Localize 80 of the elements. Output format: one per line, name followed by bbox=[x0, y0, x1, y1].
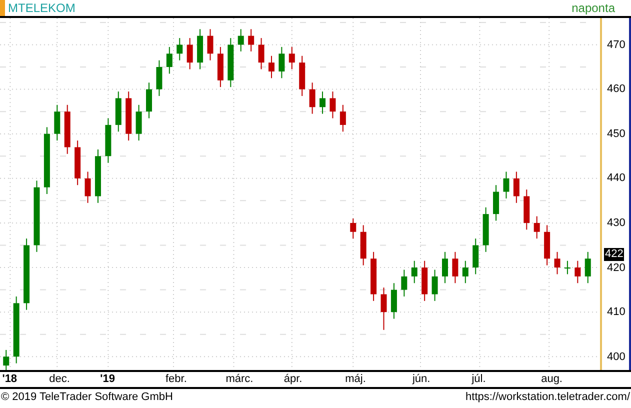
price-label: 420 bbox=[607, 262, 626, 274]
candlestick bbox=[380, 287, 387, 330]
candlestick bbox=[207, 28, 214, 61]
candlestick bbox=[482, 206, 489, 252]
candlestick bbox=[493, 184, 500, 222]
candlestick bbox=[524, 189, 530, 230]
candlestick bbox=[278, 46, 285, 79]
candlestick bbox=[422, 260, 428, 302]
candlestick bbox=[126, 91, 132, 142]
candlestick bbox=[309, 82, 316, 114]
month-label: aug. bbox=[541, 374, 562, 385]
month-label: jún. bbox=[412, 374, 430, 385]
month-label: márc. bbox=[226, 374, 254, 385]
candlestick bbox=[320, 91, 326, 114]
last-price-tag: 422 bbox=[604, 248, 624, 261]
price-label: 450 bbox=[607, 128, 626, 140]
candlestick bbox=[258, 38, 264, 70]
month-label: dec. bbox=[49, 374, 70, 385]
candlestick bbox=[156, 60, 162, 96]
candlestick bbox=[299, 55, 306, 96]
candlestick bbox=[503, 171, 510, 199]
month-label: ápr. bbox=[284, 374, 302, 385]
candlestick bbox=[401, 269, 408, 297]
candlestick bbox=[84, 171, 91, 204]
candlestick bbox=[186, 38, 193, 70]
candlestick bbox=[268, 55, 274, 79]
candlestick bbox=[360, 224, 366, 266]
candlestick bbox=[228, 38, 234, 88]
candlestick bbox=[248, 28, 254, 52]
candlestick bbox=[513, 171, 520, 204]
candlestick bbox=[166, 46, 172, 74]
candlestick bbox=[197, 28, 204, 70]
month-label: febr. bbox=[166, 374, 187, 385]
candlestick bbox=[176, 38, 183, 61]
symbol-marker bbox=[0, 0, 5, 16]
candlestick bbox=[115, 91, 122, 132]
candlestick bbox=[432, 269, 438, 302]
candlestick bbox=[94, 148, 101, 204]
candlestick bbox=[217, 46, 224, 88]
candlestick bbox=[574, 260, 581, 284]
candlestick bbox=[288, 46, 295, 70]
price-label: 470 bbox=[607, 40, 626, 51]
candlestick bbox=[136, 104, 142, 142]
candlestick bbox=[462, 260, 468, 284]
symbol-label: MTELEKOM bbox=[8, 0, 76, 17]
candlestick bbox=[554, 251, 560, 275]
website-link[interactable]: https://workstation.teletrader.com/ bbox=[466, 389, 630, 406]
candlestick bbox=[534, 216, 540, 240]
copyright-text: © 2019 TeleTrader Software GmbH bbox=[1, 390, 173, 406]
candlestick bbox=[544, 224, 550, 266]
candlestick bbox=[584, 251, 591, 284]
candlestick bbox=[54, 104, 60, 142]
price-label: 440 bbox=[607, 173, 626, 184]
candlestick bbox=[238, 28, 244, 52]
candlestick bbox=[564, 260, 570, 275]
candlestick bbox=[370, 251, 377, 302]
candlestick bbox=[340, 104, 346, 132]
price-label: 460 bbox=[607, 84, 626, 96]
candlestick bbox=[146, 82, 152, 119]
month-label: máj. bbox=[345, 374, 366, 385]
candlestick bbox=[44, 126, 50, 194]
candlestick bbox=[350, 218, 356, 240]
candlestick bbox=[472, 238, 479, 275]
candlestick bbox=[105, 118, 112, 164]
month-label: '18 bbox=[2, 374, 18, 385]
month-label: júl. bbox=[472, 374, 486, 385]
candlestick bbox=[64, 104, 70, 154]
price-label: 410 bbox=[607, 307, 626, 318]
month-label: '19 bbox=[100, 374, 116, 385]
candlestick bbox=[442, 251, 448, 284]
candlestick bbox=[390, 282, 397, 320]
interval-label: naponta bbox=[572, 0, 615, 17]
candlestick bbox=[13, 296, 20, 364]
candlestick bbox=[411, 260, 418, 284]
price-label: 430 bbox=[607, 218, 626, 229]
candlestick bbox=[74, 140, 81, 186]
candlestick bbox=[3, 349, 10, 370]
candlestick bbox=[330, 91, 336, 119]
candlestick bbox=[452, 251, 458, 284]
price-label: 400 bbox=[607, 352, 626, 363]
